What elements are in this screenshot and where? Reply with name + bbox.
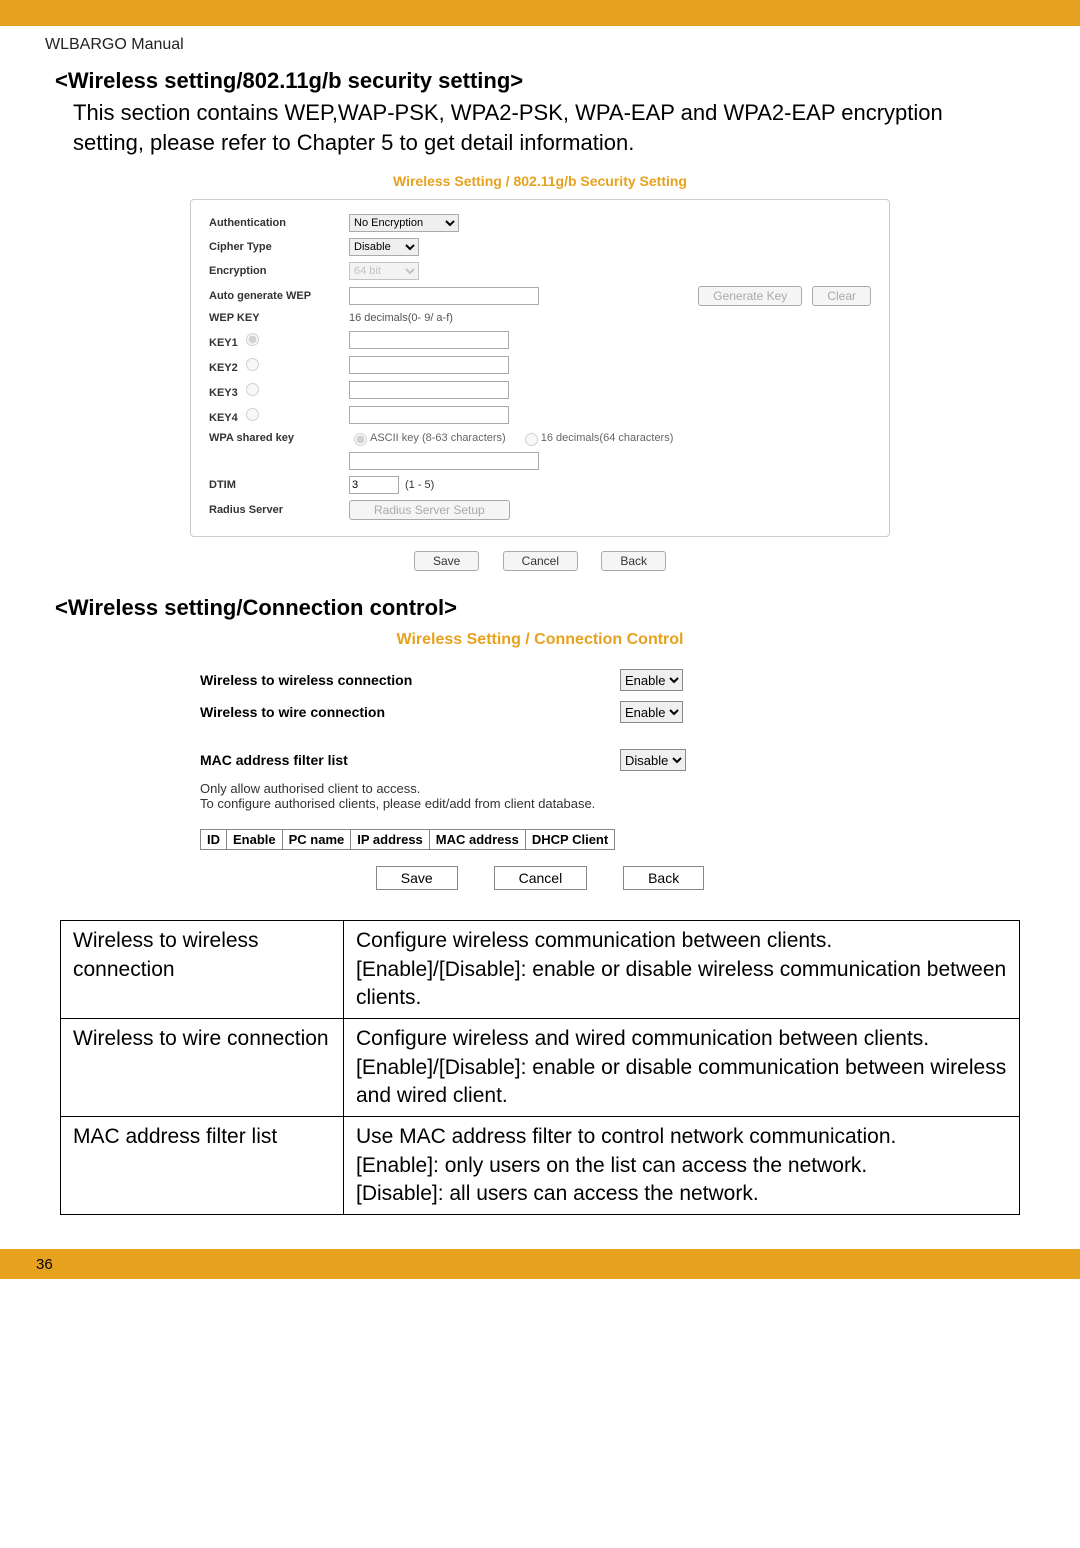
connection-control-panel: Wireless Setting / Connection Control Wi… <box>200 631 880 890</box>
page-footer: 36 <box>0 1249 1080 1279</box>
label-autogen: Auto generate WEP <box>209 290 349 302</box>
macfilter-note: Only allow authorised client to access. … <box>200 781 880 811</box>
section-intro: This section contains WEP,WAP-PSK, WPA2-… <box>73 98 1015 157</box>
label-dtim: DTIM <box>209 479 349 491</box>
label-encryption: Encryption <box>209 265 349 277</box>
encryption-select: 64 bit <box>349 262 419 280</box>
label-w2wire: Wireless to wire connection <box>200 704 620 720</box>
key2-radio <box>246 358 259 371</box>
w2w-select[interactable]: Enable <box>620 669 683 691</box>
back-button-2[interactable]: Back <box>623 866 704 890</box>
label-key1: KEY1 <box>209 330 349 349</box>
wpa-hex-label: 16 decimals(64 characters) <box>541 432 674 444</box>
wpa-ascii-radio <box>354 433 367 446</box>
key2-input[interactable] <box>349 356 509 374</box>
label-key2: KEY2 <box>209 355 349 374</box>
top-bar <box>0 0 1080 26</box>
label-radius: Radius Server <box>209 504 349 516</box>
radius-setup-button[interactable]: Radius Server Setup <box>349 500 510 520</box>
manual-label: WLBARGO Manual <box>45 36 1035 54</box>
section-header-connection: <Wireless setting/Connection control> <box>55 595 1035 621</box>
save-button[interactable]: Save <box>414 551 479 571</box>
description-table: Wireless to wireless connection Configur… <box>60 920 1020 1215</box>
page-number: 36 <box>36 1256 53 1273</box>
label-wpa: WPA shared key <box>209 432 349 444</box>
label-macfilter: MAC address filter list <box>200 752 620 768</box>
table-row: MAC address filter list Use MAC address … <box>61 1117 1020 1215</box>
dtim-range: (1 - 5) <box>405 479 434 491</box>
key4-input[interactable] <box>349 406 509 424</box>
label-key4: KEY4 <box>209 405 349 424</box>
label-w2w: Wireless to wireless connection <box>200 672 620 688</box>
panel2-title: Wireless Setting / Connection Control <box>200 631 880 649</box>
wpa-hex-radio <box>525 433 538 446</box>
key4-radio <box>246 408 259 421</box>
desc-text: Configure wireless communication between… <box>344 921 1020 1019</box>
cancel-button-2[interactable]: Cancel <box>494 866 588 890</box>
back-button[interactable]: Back <box>601 551 666 571</box>
key3-input[interactable] <box>349 381 509 399</box>
section-header-security: <Wireless setting/802.11g/b security set… <box>55 68 1035 94</box>
desc-text: Use MAC address filter to control networ… <box>344 1117 1020 1215</box>
wepkey-note: 16 decimals(0- 9/ a-f) <box>349 312 453 324</box>
authentication-select[interactable]: No Encryption <box>349 214 459 232</box>
wpa-key-input[interactable] <box>349 452 539 470</box>
cancel-button[interactable]: Cancel <box>503 551 578 571</box>
client-table-header: ID Enable PC name IP address MAC address… <box>200 829 615 850</box>
macfilter-select[interactable]: Disable <box>620 749 686 771</box>
wpa-ascii-label: ASCII key (8-63 characters) <box>370 432 506 444</box>
w2wire-select[interactable]: Enable <box>620 701 683 723</box>
autogen-input[interactable] <box>349 287 539 305</box>
panel-title: Wireless Setting / 802.11g/b Security Se… <box>190 173 890 189</box>
generate-key-button[interactable]: Generate Key <box>698 286 802 306</box>
label-authentication: Authentication <box>209 217 349 229</box>
key1-radio <box>246 333 259 346</box>
table-row: Wireless to wire connection Configure wi… <box>61 1019 1020 1117</box>
label-wepkey: WEP KEY <box>209 312 349 324</box>
key1-input[interactable] <box>349 331 509 349</box>
desc-text: Configure wireless and wired communicati… <box>344 1019 1020 1117</box>
security-setting-panel: Wireless Setting / 802.11g/b Security Se… <box>190 173 890 571</box>
dtim-input[interactable] <box>349 476 399 494</box>
desc-label: Wireless to wire connection <box>61 1019 344 1117</box>
label-key3: KEY3 <box>209 380 349 399</box>
key3-radio <box>246 383 259 396</box>
desc-label: Wireless to wireless connection <box>61 921 344 1019</box>
clear-button[interactable]: Clear <box>812 286 871 306</box>
desc-label: MAC address filter list <box>61 1117 344 1215</box>
label-cipher: Cipher Type <box>209 241 349 253</box>
table-row: Wireless to wireless connection Configur… <box>61 921 1020 1019</box>
cipher-select[interactable]: Disable <box>349 238 419 256</box>
save-button-2[interactable]: Save <box>376 866 458 890</box>
